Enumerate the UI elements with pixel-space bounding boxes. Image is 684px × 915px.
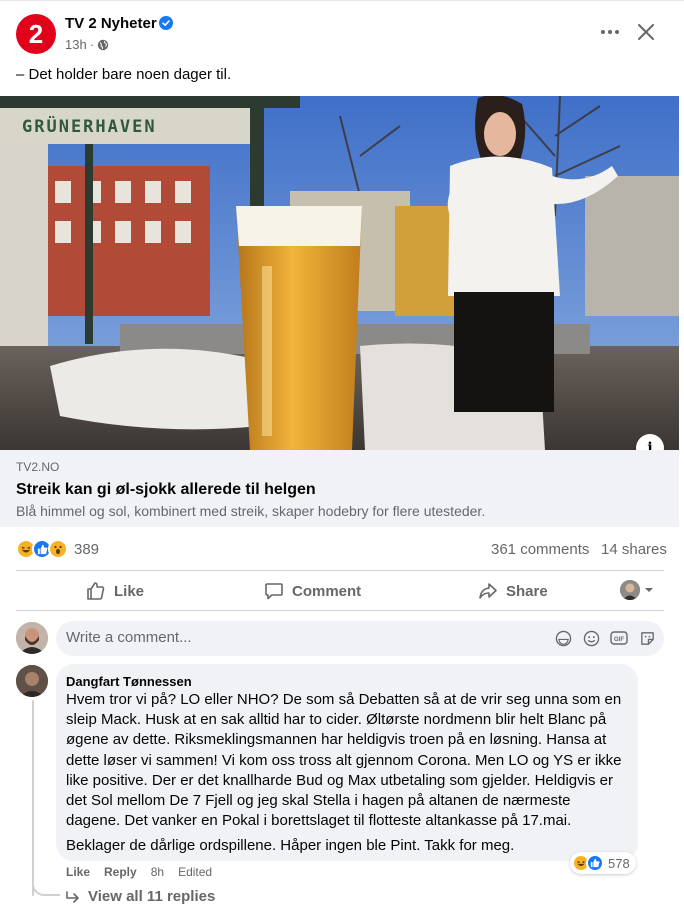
link-title[interactable]: Streik kan gi øl-sjokk allerede til helg… bbox=[16, 481, 316, 499]
post-text: – Det holder bare noen dager til. bbox=[16, 66, 232, 83]
comment-reaction-summary[interactable]: 578 bbox=[570, 852, 636, 874]
meta-separator: · bbox=[89, 37, 95, 52]
reaction-summary[interactable]: 389 bbox=[16, 538, 99, 560]
comment-bubble: Dangfart Tønnessen Hvem tror vi på? LO e… bbox=[56, 664, 638, 861]
svg-text:GIF: GIF bbox=[614, 637, 624, 643]
thread-line bbox=[32, 700, 34, 896]
gif-icon[interactable]: GIF bbox=[610, 629, 628, 647]
page-avatar[interactable]: 2 bbox=[16, 14, 56, 54]
comment-reply-button[interactable]: Reply bbox=[104, 865, 137, 879]
divider bbox=[16, 570, 664, 571]
sign-text: GRÜNERHAVEN bbox=[22, 115, 157, 137]
verified-badge-icon bbox=[159, 16, 173, 30]
thread-connector bbox=[32, 876, 60, 896]
thumbs-up-icon bbox=[87, 582, 105, 600]
share-button[interactable]: Share bbox=[478, 578, 548, 604]
page-name[interactable]: TV 2 Nyheter bbox=[65, 15, 157, 32]
like-button[interactable]: Like bbox=[86, 578, 144, 604]
share-icon bbox=[479, 583, 497, 599]
share-label: Share bbox=[506, 582, 548, 600]
comment-icon bbox=[265, 583, 283, 600]
comment-edited: Edited bbox=[178, 865, 213, 879]
comment-text-2: Beklager de dårlige ordspillene. Håper i… bbox=[66, 837, 515, 855]
like-label: Like bbox=[114, 582, 145, 600]
close-icon[interactable] bbox=[632, 18, 660, 46]
link-description: Blå himmel og sol, kombinert med streik,… bbox=[16, 503, 486, 519]
shares-count[interactable]: 14 shares bbox=[601, 541, 667, 558]
avatar-sticker-icon[interactable] bbox=[554, 629, 572, 647]
post-time[interactable]: 13h bbox=[65, 37, 87, 52]
avatar[interactable] bbox=[16, 665, 48, 697]
post-meta: 13h · bbox=[65, 37, 109, 52]
like-icon bbox=[586, 854, 604, 872]
comment-time[interactable]: 8h bbox=[151, 865, 164, 879]
post-image[interactable]: GRÜNERHAVEN bbox=[0, 96, 679, 450]
reaction-count: 389 bbox=[74, 540, 100, 558]
comment-label: Comment bbox=[292, 582, 362, 600]
more-options-icon[interactable] bbox=[596, 18, 624, 46]
emoji-icon[interactable] bbox=[582, 629, 600, 647]
link-domain: TV2.NO bbox=[16, 460, 60, 474]
comment-text: Hvem tror vi på? LO eller NHO? De som så… bbox=[66, 691, 622, 830]
view-replies-label: View all 11 replies bbox=[88, 888, 216, 905]
comment-reaction-count: 578 bbox=[608, 855, 630, 871]
logo-text: 2 bbox=[28, 18, 44, 49]
comments-count[interactable]: 361 comments bbox=[491, 541, 589, 558]
avatar[interactable] bbox=[16, 622, 48, 654]
view-replies-button[interactable]: View all 11 replies bbox=[66, 888, 215, 905]
comment-like-button[interactable]: Like bbox=[66, 865, 90, 879]
comment-input-box[interactable]: GIF bbox=[56, 621, 664, 656]
comment-body: Hvem tror vi på? LO eller NHO? De som så… bbox=[66, 690, 626, 862]
chevron-down-icon bbox=[645, 588, 653, 592]
comment-actions: Like Reply 8h Edited bbox=[66, 865, 212, 879]
beer-terrace-photo: GRÜNERHAVEN bbox=[0, 96, 679, 450]
comment-input[interactable] bbox=[66, 629, 536, 646]
comment-button[interactable]: Comment bbox=[264, 578, 361, 604]
globe-icon bbox=[97, 39, 109, 50]
divider bbox=[16, 610, 664, 611]
comment-author[interactable]: Dangfart Tønnessen bbox=[66, 674, 192, 689]
wow-icon bbox=[48, 539, 68, 559]
avatar bbox=[620, 580, 640, 600]
reply-arrow-icon bbox=[66, 890, 79, 903]
post-header: 2 TV 2 Nyheter 13h · bbox=[0, 0, 684, 60]
react-as-selector[interactable] bbox=[620, 580, 654, 600]
sticker-icon[interactable] bbox=[638, 629, 656, 647]
